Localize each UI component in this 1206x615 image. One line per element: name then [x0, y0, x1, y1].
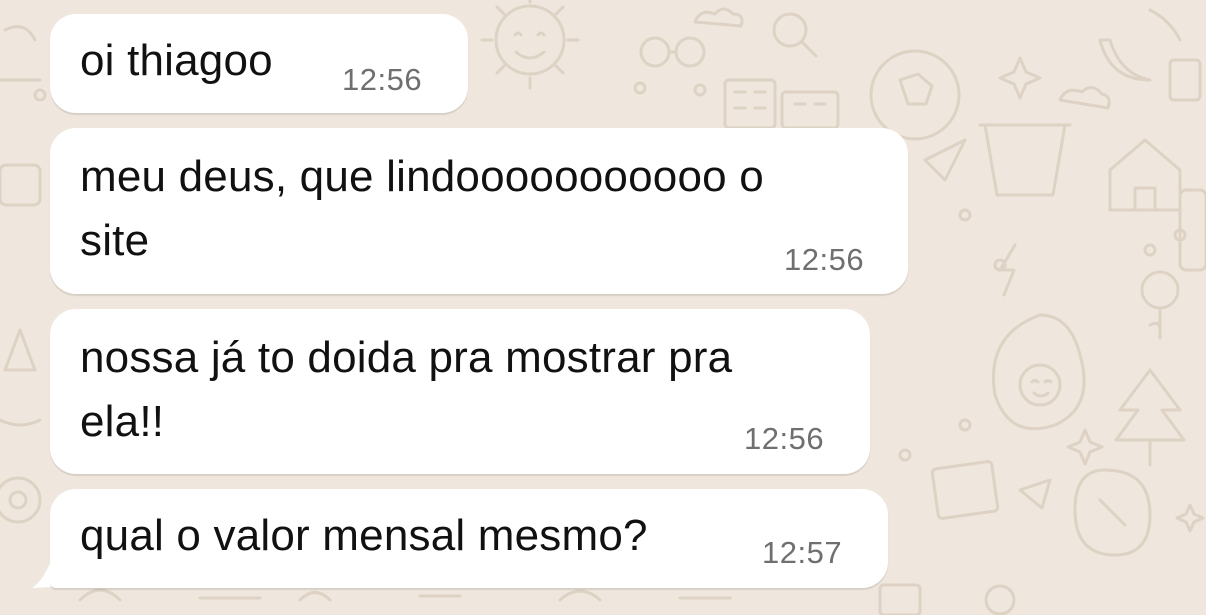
message-timestamp: 12:56 — [342, 62, 423, 97]
message-timestamp: 12:56 — [784, 242, 865, 277]
message-timestamp: 12:57 — [762, 535, 843, 570]
message-text-line: ela!! — [80, 397, 165, 446]
message-text-line: site — [80, 216, 150, 265]
message-text: oi thiagoo — [80, 36, 273, 85]
message-text: qual o valor mensal mesmo? — [80, 511, 648, 560]
message-bubble[interactable]: qual o valor mensal mesmo? 12:57 — [50, 489, 888, 588]
message-bubble[interactable]: nossa já to doida pra mostrar pra ela!! … — [50, 309, 870, 474]
message-bubble[interactable]: meu deus, que lindooooooooooo o site 12:… — [50, 128, 908, 294]
message-text-line: meu deus, que lindooooooooooo o — [80, 152, 764, 201]
message-text-line: nossa já to doida pra mostrar pra — [80, 333, 733, 382]
message-bubble[interactable]: oi thiagoo 12:56 — [50, 14, 468, 113]
message-timestamp: 12:56 — [744, 421, 825, 456]
chat-messages: oi thiagoo 12:56 meu deus, que lindooooo… — [0, 0, 1206, 615]
